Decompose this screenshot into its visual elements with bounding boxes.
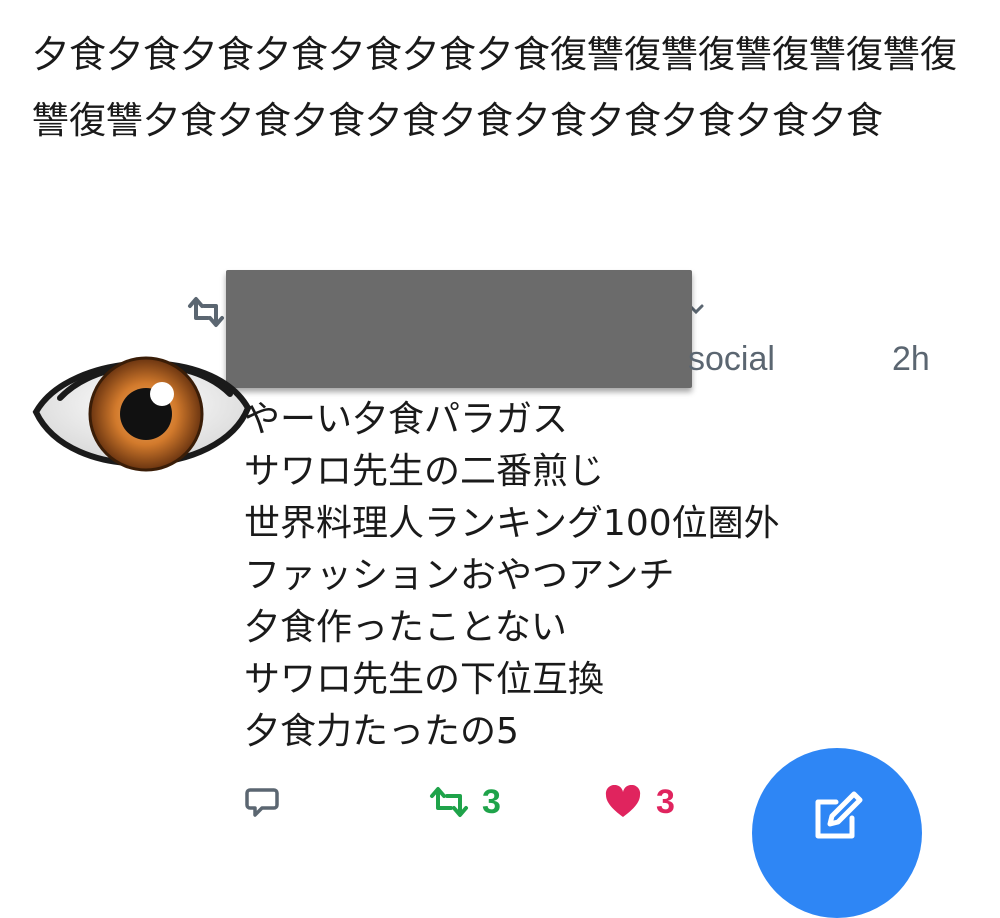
tweet-card[interactable]: social 2h やーい夕食パラガス サワロ先生の二番煎じ 世界料理人ランキン… [0, 260, 1000, 918]
heart-icon [605, 785, 641, 817]
tweet-timestamp[interactable]: 2h [892, 340, 930, 379]
tweet-line: ファッションおやつアンチ [244, 555, 675, 596]
tweet-line: 世界料理人ランキング100位圏外 [244, 503, 780, 544]
like-button[interactable]: 3 [604, 780, 675, 824]
retweet-icon [188, 297, 224, 327]
tweet-line: 夕食作ったことない [244, 607, 567, 648]
retweet-button[interactable]: 3 [428, 780, 501, 824]
tweet-line: サワロ先生の二番煎じ [244, 451, 605, 492]
retweet-count: 3 [482, 782, 501, 821]
compose-icon [815, 791, 863, 839]
eye-icon[interactable] [30, 338, 252, 486]
reply-icon[interactable] [244, 784, 280, 820]
tweet-line: やーい夕食パラガス [244, 399, 569, 440]
redacted-name-block [226, 270, 692, 388]
header-text: 夕食夕食夕食夕食夕食夕食夕食復讐復讐復讐復讐復讐復讐復讐夕食夕食夕食夕食夕食夕食… [32, 33, 957, 142]
like-count: 3 [656, 782, 675, 821]
user-handle[interactable]: social [688, 340, 775, 379]
tweet-line: サワロ先生の下位互換 [244, 659, 605, 700]
tweet-text: やーい夕食パラガス サワロ先生の二番煎じ 世界料理人ランキング100位圏外 ファ… [244, 394, 964, 758]
compose-button[interactable] [752, 748, 922, 918]
retweet-icon [430, 787, 468, 817]
